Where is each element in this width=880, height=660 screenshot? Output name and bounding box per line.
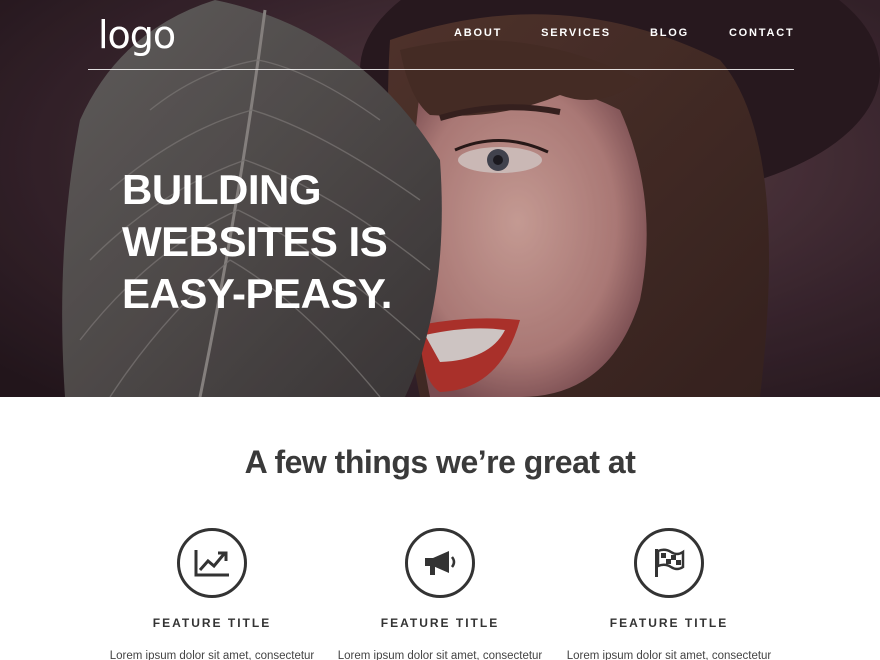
feature-text: Lorem ipsum dolor sit amet, consectetur xyxy=(109,650,315,660)
top-navigation: logo ABOUT SERVICES BLOG CONTACT xyxy=(88,0,794,70)
nav-link-about[interactable]: ABOUT xyxy=(454,27,502,39)
feature-text: Lorem ipsum dolor sit amet, consectetur xyxy=(566,650,772,660)
feature-card-3: FEATURE TITLE Lorem ipsum dolor sit amet… xyxy=(554,528,784,660)
hero-section: logo ABOUT SERVICES BLOG CONTACT BUILDIN… xyxy=(0,0,880,397)
feature-card-1: FEATURE TITLE Lorem ipsum dolor sit amet… xyxy=(97,528,327,660)
feature-title: FEATURE TITLE xyxy=(380,616,500,630)
hero-headline-line-3: EASY-PEASY. xyxy=(122,270,392,317)
chart-trend-icon xyxy=(177,528,247,598)
nav-link-blog[interactable]: BLOG xyxy=(650,27,689,39)
megaphone-icon xyxy=(405,528,475,598)
feature-text: Lorem ipsum dolor sit amet, consectetur xyxy=(337,650,543,660)
nav-link-services[interactable]: SERVICES xyxy=(541,27,611,39)
hero-headline-line-2: WEBSITES IS xyxy=(122,218,388,265)
feature-card-2: FEATURE TITLE Lorem ipsum dolor sit amet… xyxy=(325,528,555,660)
site-logo[interactable]: logo xyxy=(98,12,176,58)
feature-title: FEATURE TITLE xyxy=(152,616,272,630)
features-heading: A few things we’re great at xyxy=(244,444,636,480)
hero-headline: BUILDING WEBSITES IS EASY-PEASY. xyxy=(122,164,422,320)
nav-link-contact[interactable]: CONTACT xyxy=(729,27,795,39)
flag-icon xyxy=(634,528,704,598)
feature-title: FEATURE TITLE xyxy=(609,616,729,630)
nav-menu: ABOUT SERVICES BLOG CONTACT xyxy=(454,27,795,39)
hero-headline-line-1: BUILDING xyxy=(122,166,322,213)
